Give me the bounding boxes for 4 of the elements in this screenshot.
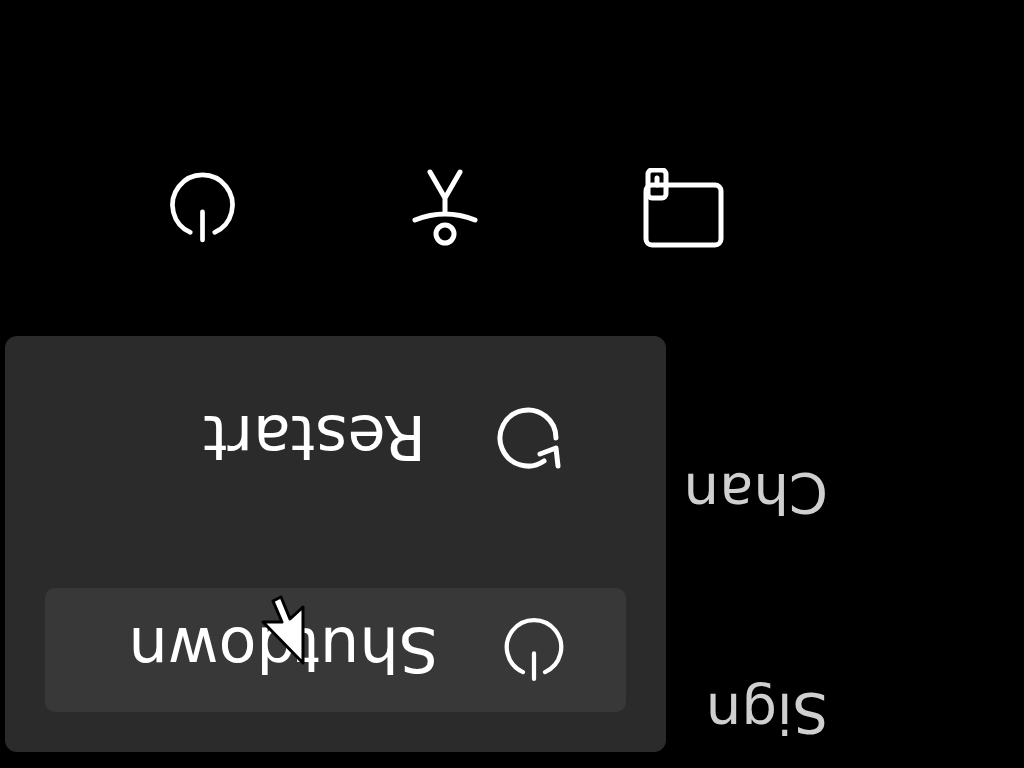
menu-option-text: Chan: [683, 460, 828, 526]
menu-item[interactable]: Restart: [45, 376, 626, 500]
menu-option-text: Sign: [705, 680, 828, 746]
accessibility-icon[interactable]: [410, 168, 480, 248]
